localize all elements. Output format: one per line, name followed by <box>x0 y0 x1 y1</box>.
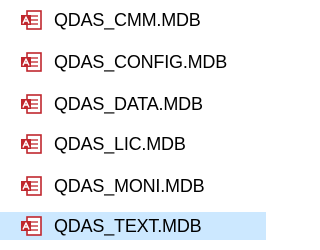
file-list: QDAS_CMM.MDB QDAS_CONFIG.MDB QDAS_DATA.M… <box>0 0 270 250</box>
access-database-file-icon <box>21 94 42 114</box>
access-database-file-icon <box>21 10 42 30</box>
file-list-item-5[interactable]: QDAS_MONI.MDB <box>0 172 242 200</box>
file-list-item-2[interactable]: QDAS_CONFIG.MDB <box>0 48 264 76</box>
file-name: QDAS_DATA.MDB <box>54 94 203 114</box>
file-name: QDAS_MONI.MDB <box>54 176 205 196</box>
file-name: QDAS_CMM.MDB <box>54 10 201 30</box>
file-list-item-4[interactable]: QDAS_LIC.MDB <box>0 130 232 158</box>
access-database-file-icon <box>21 216 42 236</box>
file-list-item-1[interactable]: QDAS_CMM.MDB <box>0 6 222 34</box>
file-name: QDAS_TEXT.MDB <box>54 216 202 236</box>
file-name: QDAS_LIC.MDB <box>54 134 186 154</box>
access-database-file-icon <box>21 176 42 196</box>
file-list-item-3[interactable]: QDAS_DATA.MDB <box>0 90 243 118</box>
access-database-file-icon <box>21 52 42 72</box>
access-database-file-icon <box>21 134 42 154</box>
file-name: QDAS_CONFIG.MDB <box>54 52 228 72</box>
file-list-item-6[interactable]: QDAS_TEXT.MDB <box>0 212 266 240</box>
